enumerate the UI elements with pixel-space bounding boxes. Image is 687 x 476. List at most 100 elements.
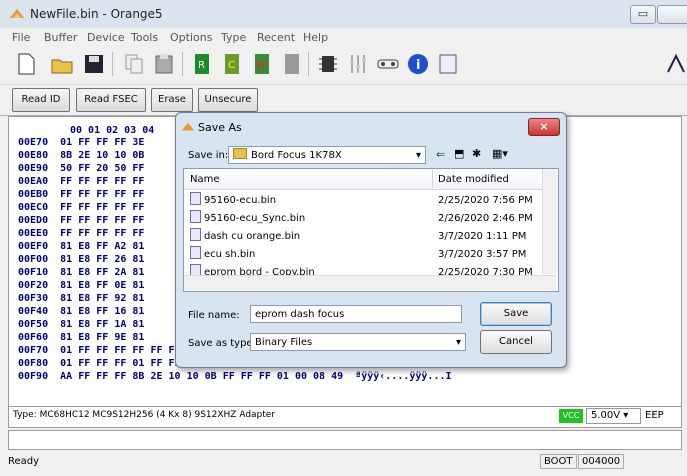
boot-icon[interactable] [664,52,687,76]
hex-row[interactable]: 00F90 AA FF FF FF 8B 2E 10 10 0B FF FF F… [18,371,452,383]
hex-row-bytes: 8B 2E 10 10 0B [60,150,145,161]
window-title: NewFile.bin - Orange5 [30,7,163,21]
hex-row[interactable]: 00E90 50 FF 20 50 FF [18,163,157,175]
file-list-item[interactable]: 95160-ecu.bin [190,192,276,210]
file-date: 3/7/2020 3:57 PM [438,249,527,260]
verify-chip-icon[interactable]: C [220,52,244,76]
menu-type[interactable]: Type [221,31,246,44]
info-icon[interactable]: i [406,52,430,76]
minimize-button[interactable]: ▭ [630,5,656,24]
file-list-item[interactable]: ecu sh.bin [190,246,255,264]
hex-row[interactable]: 00F50 81 E8 FF 1A 81 [18,319,157,331]
adapter-icon[interactable] [376,52,400,76]
erase-button[interactable]: Erase [151,88,193,112]
maximize-button[interactable] [657,5,687,24]
dropdown-arrow-icon: ▾ [623,410,629,421]
file-name: 95160-ecu.bin [204,195,277,206]
save-in-select[interactable]: Bord Focus 1K78X ▾ [228,146,426,164]
dropdown-arrow-icon: ▾ [455,337,461,348]
menu-recent[interactable]: Recent [257,31,295,44]
vcc-indicator: VCC [559,409,583,423]
hex-row[interactable]: 00F00 81 E8 FF 26 81 [18,254,157,266]
hex-row[interactable]: 00F30 81 E8 FF 92 81 [18,293,157,305]
hex-row-address: 00E80 [18,150,49,161]
hex-row[interactable]: 00EE0 FF FF FF FF FF [18,228,157,240]
hex-row[interactable]: 00EA0 FF FF FF FF FF [18,176,157,188]
cancel-button[interactable]: Cancel [480,330,552,354]
file-name: ecu sh.bin [204,249,256,260]
hex-row-bytes: 01 FF FF FF 3E [60,137,145,148]
hex-row-address: 00EC0 [18,202,49,213]
hex-row[interactable]: 00EC0 FF FF FF FF FF [18,202,157,214]
chip-info-icon[interactable] [316,52,340,76]
save-in-value: Bord Focus 1K78X [251,150,342,161]
copy-icon[interactable] [122,52,146,76]
vcc-voltage-value: 5.00V [591,410,621,421]
back-arrow-icon[interactable]: ⇐ [436,148,445,161]
hex-row-address: 00F30 [18,293,49,304]
hex-row[interactable]: 00EB0 FF FF FF FF FF [18,189,157,201]
file-list-horizontal-scrollbar[interactable] [184,275,556,290]
hex-row[interactable]: 00F60 81 E8 FF 9E 81 [18,332,157,344]
file-date: 3/7/2020 1:11 PM [438,231,527,242]
erase-chip-icon[interactable] [280,52,304,76]
hex-row[interactable]: 00ED0 FF FF FF FF FF [18,215,157,227]
file-list-vertical-scrollbar[interactable] [542,169,557,274]
save-as-type-label: Save as type: [188,338,256,349]
hex-row[interactable]: 00F40 81 E8 FF 16 81 [18,306,157,318]
svg-text:i: i [416,58,420,73]
menu-buffer[interactable]: Buffer [44,31,77,44]
hex-row-address: 00F00 [18,254,49,265]
hex-row-bytes: 81 E8 FF 1A 81 [60,319,145,330]
open-folder-icon[interactable] [50,52,74,76]
dialog-close-button[interactable]: × [528,118,560,136]
menu-device[interactable]: Device [87,31,125,44]
save-in-label: Save in: [188,150,229,161]
save-button[interactable]: Save [480,302,552,326]
hex-row-bytes: 81 E8 FF 0E 81 [60,280,145,291]
new-folder-icon[interactable]: ✱ [472,147,481,160]
hex-row[interactable]: 00F10 81 E8 FF 2A 81 [18,267,157,279]
menu-help[interactable]: Help [303,31,328,44]
file-name-input[interactable]: eprom dash focus [250,305,462,323]
paste-icon[interactable] [152,52,176,76]
hex-row[interactable]: 00F20 81 E8 FF 0E 81 [18,280,157,292]
dialog-title: Save As [198,121,242,134]
menu-options[interactable]: Options [170,31,212,44]
save-as-type-value: Binary Files [255,337,313,348]
menu-tools[interactable]: Tools [131,31,158,44]
vcc-voltage-select[interactable]: 5.00V ▾ [586,408,641,424]
read-fsec-button[interactable]: Read FSEC [76,88,146,112]
hex-row-address: 00F60 [18,332,49,343]
save-icon[interactable] [82,52,106,76]
up-folder-icon[interactable]: ⬒ [454,147,464,160]
read-chip-icon[interactable]: R [190,52,214,76]
date-column-header[interactable]: Date modified [438,174,509,185]
orange-app-icon [10,9,24,18]
hex-row[interactable]: 00E70 01 FF FF FF 3E [18,137,157,149]
save-as-type-select[interactable]: Binary Files ▾ [250,333,466,351]
hex-row-address: 00F80 [18,358,49,369]
settings-sliders-icon[interactable] [346,52,370,76]
hex-row-bytes: 81 E8 FF 26 81 [60,254,145,265]
device-type-text: Type: MC68HC12 MC9S12H256 (4 Kx 8) 9S12X… [13,410,276,420]
write-chip-icon[interactable]: W [250,52,274,76]
menu-file[interactable]: File [12,31,30,44]
new-file-icon[interactable] [14,52,38,76]
view-menu-icon[interactable]: ▦▾ [492,147,508,160]
unsecure-button[interactable]: Unsecure [198,88,258,112]
name-column-header[interactable]: Name [190,174,220,185]
calculator-icon[interactable] [436,52,460,76]
file-list-item[interactable]: dash cu orange.bin [190,228,300,246]
device-type-line: Type: MC68HC12 MC9S12H256 (4 Kx 8) 9S12X… [8,406,682,428]
read-id-button[interactable]: Read ID [12,88,70,112]
file-date: 2/25/2020 7:56 PM [438,195,533,206]
hex-row[interactable]: 00E80 8B 2E 10 10 0B [18,150,157,162]
hex-row[interactable]: 00EF0 81 E8 FF A2 81 [18,241,157,253]
file-list-item[interactable]: 95160-ecu_Sync.bin [190,210,305,228]
file-icon [190,246,201,259]
hex-row-address: 00E90 [18,163,49,174]
boot-address: 004000 [578,454,625,469]
hex-row-address: 00F40 [18,306,49,317]
hex-row-bytes: AA FF FF FF 8B 2E 10 10 0B FF FF FF 01 0… [60,371,344,382]
